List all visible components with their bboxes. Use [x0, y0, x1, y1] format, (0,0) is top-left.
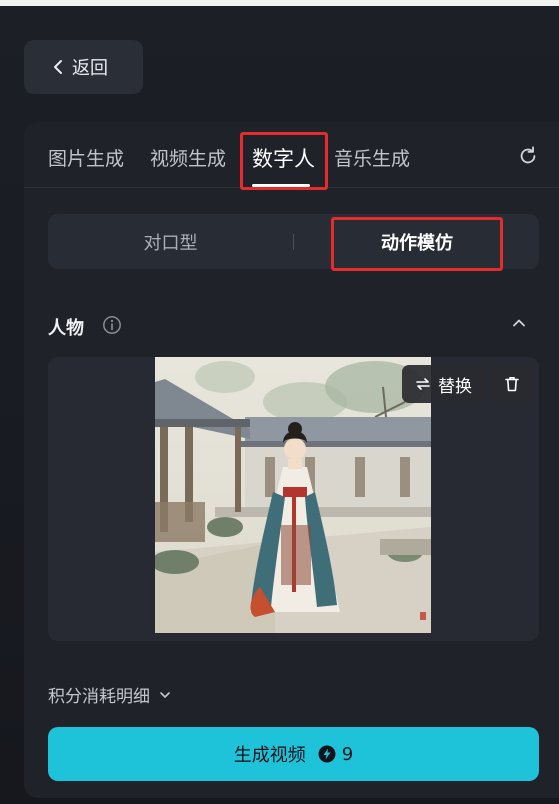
points-detail-toggle[interactable]: 积分消耗明细	[48, 682, 172, 707]
tab-image-generation[interactable]: 图片生成	[48, 144, 124, 171]
mode-switch: 对口型 动作模仿	[48, 214, 539, 269]
character-image-area: 替换	[48, 357, 539, 641]
replace-label: 替换	[438, 376, 472, 397]
character-section-title: 人物	[48, 318, 84, 339]
refresh-icon[interactable]	[517, 145, 539, 167]
tab-music-generation[interactable]: 音乐生成	[334, 144, 410, 171]
active-tab-indicator	[252, 184, 310, 187]
app-page: 返回 图片生成 视频生成 数字人 音乐生成 对口型 动作模仿 人物 替换 积分消…	[0, 6, 559, 804]
trash-icon	[505, 377, 519, 392]
generate-cost-value: 9	[341, 743, 354, 765]
back-button[interactable]: 返回	[24, 40, 143, 94]
back-label: 返回	[72, 58, 108, 79]
mode-divider	[293, 234, 294, 250]
generate-cost: 9	[318, 744, 353, 765]
character-portrait-image	[155, 357, 431, 633]
mode-motion-imitation[interactable]: 动作模仿	[332, 214, 502, 269]
credit-icon	[318, 745, 336, 763]
chevron-up-icon[interactable]	[511, 315, 527, 331]
replace-image-button[interactable]: 替换	[402, 365, 484, 403]
swap-icon	[416, 378, 430, 390]
generation-tabs: 图片生成 视频生成 数字人 音乐生成	[24, 122, 559, 188]
generate-video-button[interactable]: 生成视频 9	[48, 727, 539, 781]
tab-digital-human[interactable]: 数字人	[252, 143, 315, 173]
info-icon[interactable]	[102, 315, 122, 335]
tab-video-generation[interactable]: 视频生成	[150, 144, 226, 171]
mode-lip-sync[interactable]: 对口型	[48, 214, 293, 269]
delete-image-button[interactable]	[492, 365, 532, 403]
chevron-down-icon	[160, 691, 170, 698]
chevron-left-icon	[54, 60, 62, 74]
digital-human-panel: 图片生成 视频生成 数字人 音乐生成 对口型 动作模仿 人物 替换 积分消耗明细…	[24, 122, 559, 798]
points-detail-label: 积分消耗明细	[48, 687, 150, 707]
generate-label: 生成视频	[233, 745, 306, 766]
